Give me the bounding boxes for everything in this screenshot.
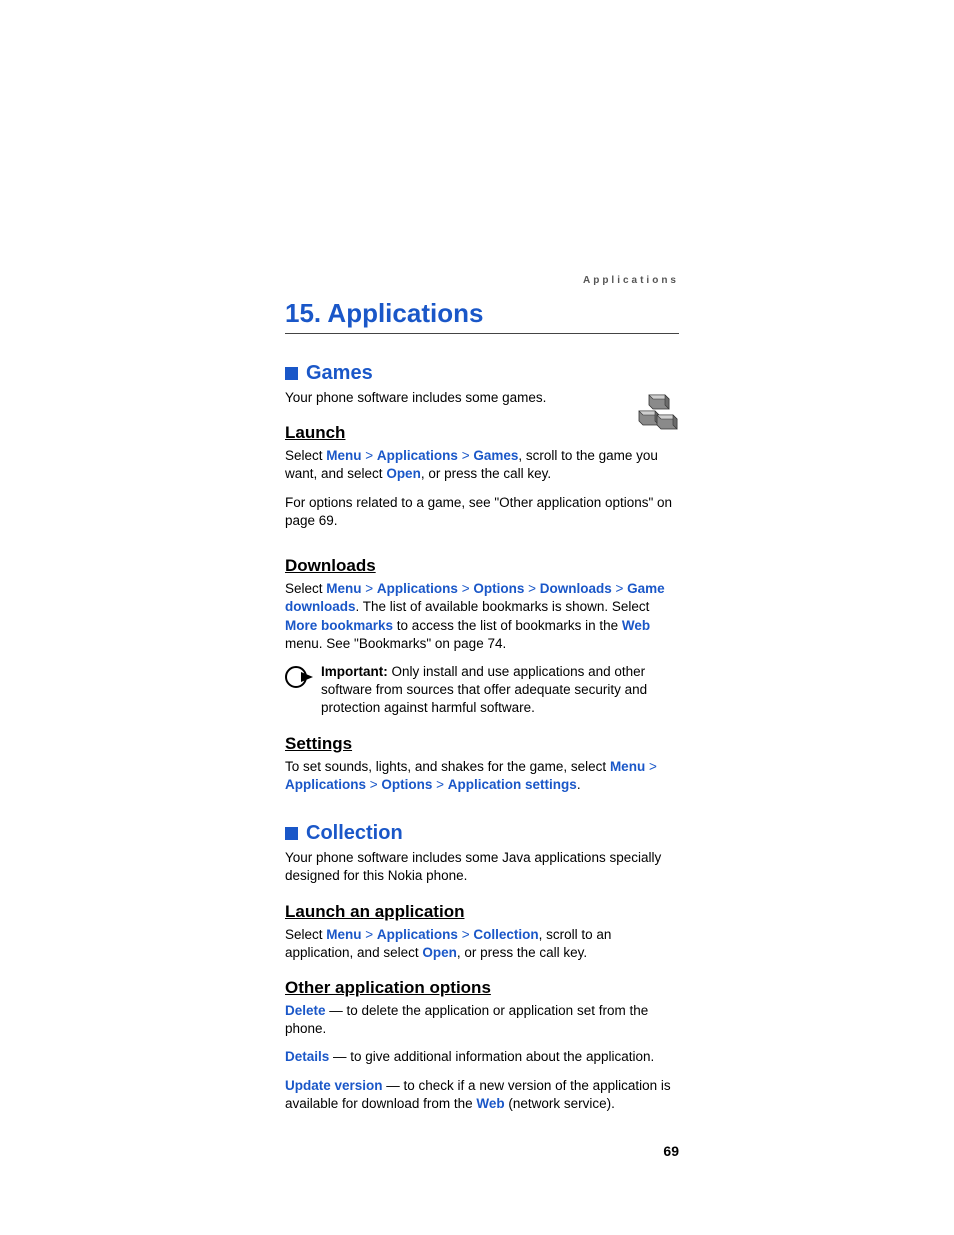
link-update-version[interactable]: Update version (285, 1078, 383, 1093)
link-downloads[interactable]: Downloads (540, 581, 612, 596)
subsection-settings-heading: Settings (285, 734, 679, 754)
link-menu[interactable]: Menu (610, 759, 645, 774)
section-games-heading: Games (285, 362, 679, 385)
chapter-title: Applications (327, 298, 483, 328)
link-games[interactable]: Games (473, 448, 518, 463)
link-open[interactable]: Open (422, 945, 457, 960)
link-applications[interactable]: Applications (377, 927, 458, 942)
link-application-settings[interactable]: Application settings (448, 777, 577, 792)
section-collection-heading: Collection (285, 822, 679, 845)
link-web[interactable]: Web (622, 618, 650, 633)
link-details[interactable]: Details (285, 1049, 329, 1064)
link-delete[interactable]: Delete (285, 1003, 326, 1018)
option-update-version: Update version — to check if a new versi… (285, 1077, 679, 1113)
link-menu[interactable]: Menu (326, 927, 361, 942)
option-details: Details — to give additional information… (285, 1048, 679, 1066)
games-icon (635, 393, 679, 436)
link-menu[interactable]: Menu (326, 581, 361, 596)
important-label: Important: (321, 664, 388, 679)
running-header: Applications (285, 275, 679, 286)
launch-paragraph-2: For options related to a game, see "Othe… (285, 494, 679, 530)
square-bullet-icon (285, 367, 298, 380)
subsection-other-options-heading: Other application options (285, 978, 679, 998)
square-bullet-icon (285, 827, 298, 840)
section-collection-title: Collection (306, 822, 403, 845)
games-intro: Your phone software includes some games. (285, 389, 679, 407)
launch-app-paragraph: Select Menu > Applications > Collection,… (285, 926, 679, 962)
link-applications[interactable]: Applications (377, 581, 458, 596)
important-text: Important: Only install and use applicat… (321, 663, 679, 718)
option-delete: Delete — to delete the application or ap… (285, 1002, 679, 1038)
important-note: Important: Only install and use applicat… (285, 663, 679, 718)
page-number: 69 (285, 1143, 679, 1159)
link-more-bookmarks[interactable]: More bookmarks (285, 618, 393, 633)
link-web[interactable]: Web (476, 1096, 504, 1111)
important-icon (285, 663, 321, 692)
link-menu[interactable]: Menu (326, 448, 361, 463)
link-open[interactable]: Open (386, 466, 421, 481)
subsection-launch-heading: Launch (285, 423, 679, 443)
subsection-downloads-heading: Downloads (285, 556, 679, 576)
manual-page: Applications 15. Applications Games Your… (0, 0, 954, 1219)
chapter-heading: 15. Applications (285, 298, 679, 334)
link-applications[interactable]: Applications (377, 448, 458, 463)
collection-intro: Your phone software includes some Java a… (285, 849, 679, 885)
settings-paragraph: To set sounds, lights, and shakes for th… (285, 758, 679, 794)
subsection-launch-app-heading: Launch an application (285, 902, 679, 922)
launch-paragraph-1: Select Menu > Applications > Games, scro… (285, 447, 679, 483)
downloads-paragraph: Select Menu > Applications > Options > D… (285, 580, 679, 653)
section-games-title: Games (306, 362, 373, 385)
chapter-number: 15. (285, 298, 321, 328)
link-applications[interactable]: Applications (285, 777, 366, 792)
link-options[interactable]: Options (473, 581, 524, 596)
link-options[interactable]: Options (381, 777, 432, 792)
link-collection[interactable]: Collection (473, 927, 538, 942)
